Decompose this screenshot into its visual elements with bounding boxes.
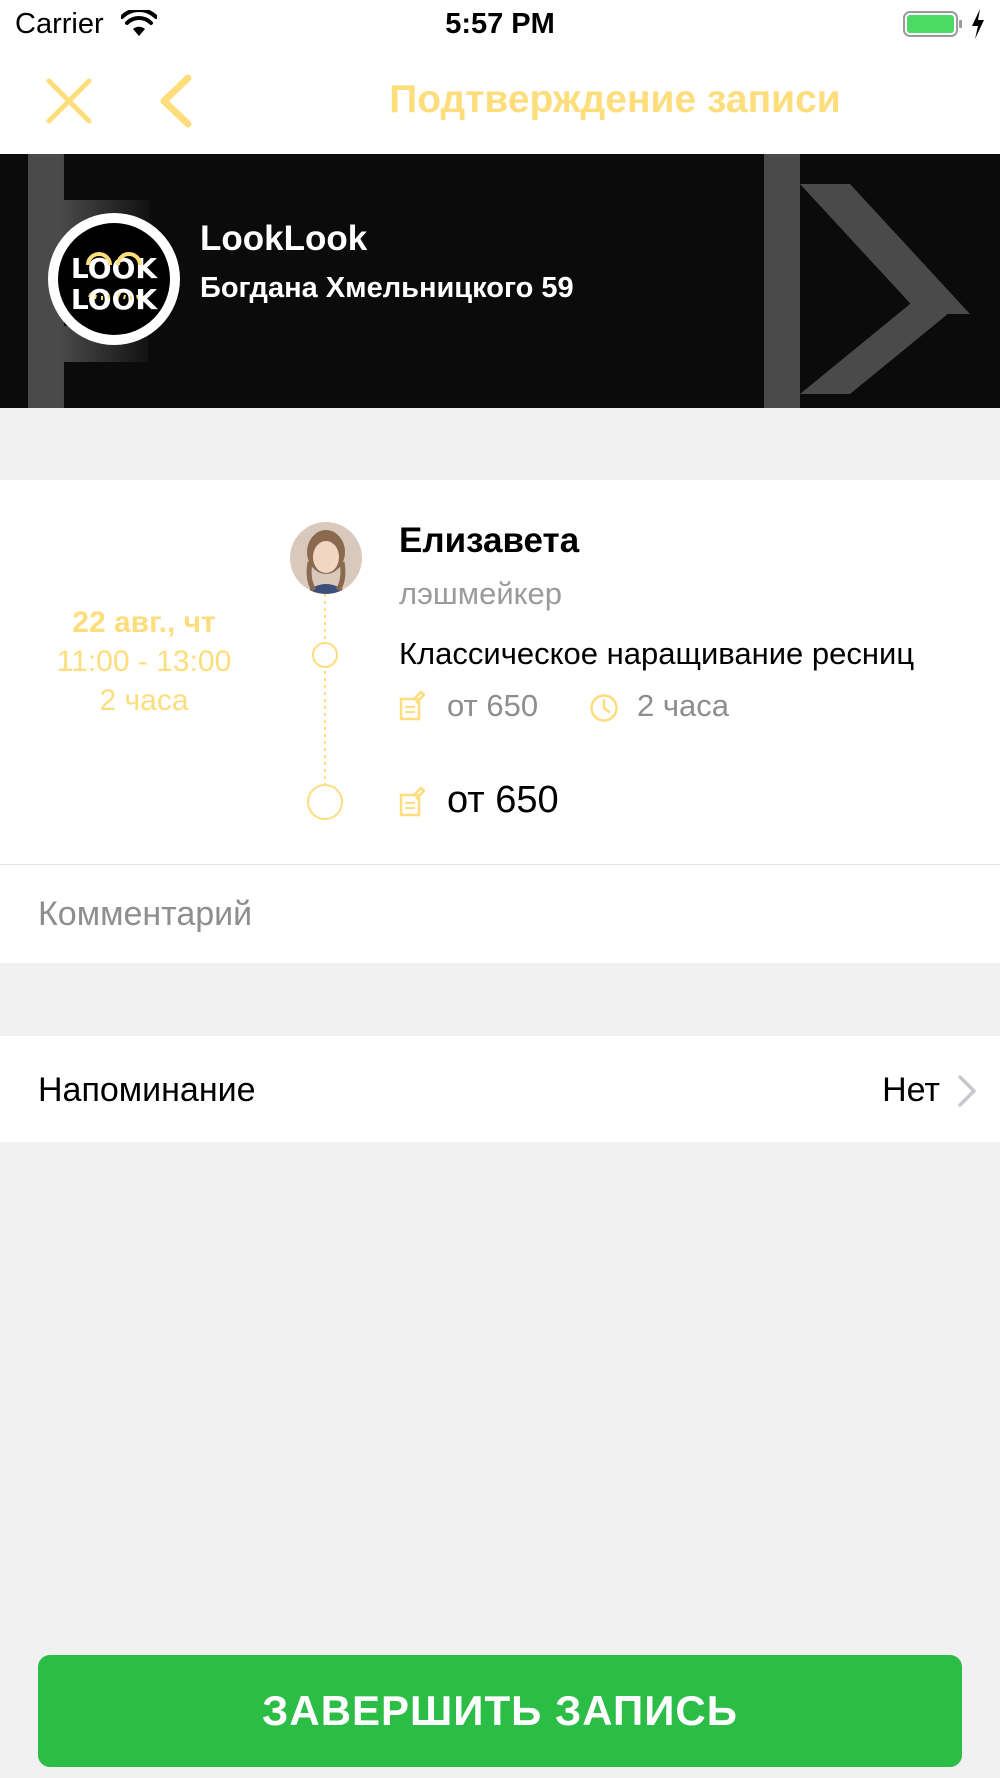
salon-logo: LOOK LOOK	[48, 213, 180, 345]
logo-line1: LOOK	[71, 252, 158, 285]
chevron-right-icon	[958, 1075, 976, 1107]
comment-input[interactable]	[38, 891, 958, 937]
comment-field	[0, 865, 1000, 963]
service-duration: 2 часа	[637, 688, 729, 723]
master-role: лэшмейкер	[399, 576, 563, 611]
total-price: от 650	[447, 779, 559, 821]
page-title: Подтверждение записи	[389, 78, 841, 121]
charging-icon	[972, 9, 984, 39]
reminder-value: Нет	[882, 1071, 940, 1109]
avatar-image	[290, 522, 362, 594]
master-avatar[interactable]	[290, 522, 362, 594]
service-price: от 650	[447, 688, 539, 723]
clock-icon	[590, 694, 618, 722]
reminder-label: Напоминание	[38, 1071, 256, 1109]
battery-icon	[903, 11, 962, 37]
master-name: Елизавета	[399, 521, 580, 560]
booking-duration: 2 часа	[99, 684, 189, 717]
salon-name: LookLook	[200, 219, 368, 258]
booking-date: 22 авг., чт	[72, 606, 216, 639]
booking-time-range: 11:00 - 13:00	[56, 645, 232, 678]
price-tag-icon	[399, 691, 425, 721]
status-time: 5:57 PM	[445, 8, 555, 40]
logo-line2: LOOK	[71, 283, 158, 316]
back-chevron-icon[interactable]	[150, 70, 212, 132]
salon-address: Богдана Хмельницкого 59	[200, 272, 574, 304]
close-icon[interactable]	[38, 70, 100, 132]
booking-datetime: 22 авг., чт 11:00 - 13:00 2 часа	[44, 603, 244, 720]
service-name: Классическое наращивание ресниц	[399, 636, 915, 671]
finish-booking-button[interactable]: ЗАВЕРШИТЬ ЗАПИСЬ	[38, 1655, 962, 1767]
logo-mark: LOOK LOOK	[71, 252, 158, 316]
total-price-icon	[399, 787, 425, 817]
